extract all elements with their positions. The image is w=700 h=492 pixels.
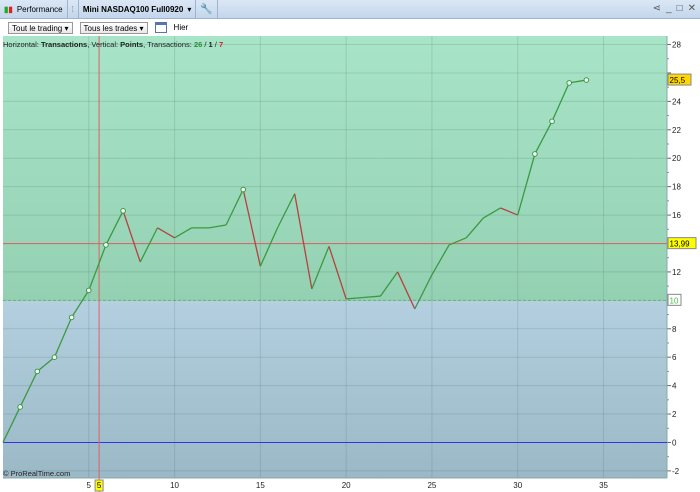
y-tick-label: 8 (672, 325, 677, 334)
last-value-label: 25,5 (670, 76, 686, 85)
chevron-down-icon: ▾ (187, 4, 192, 14)
legend-h-value: Transactions (40, 40, 88, 49)
legend-v-value: Points (120, 40, 144, 49)
x-tick-label: 15 (256, 481, 265, 490)
data-point (17, 404, 23, 410)
y-tick-label: 2 (672, 410, 677, 419)
data-point (51, 354, 58, 360)
y-tick-label: 0 (672, 438, 677, 447)
maximize-icon[interactable]: □ (677, 3, 683, 14)
toolbar: Tout le trading ▾ Tous les trades ▾ Hier (0, 19, 700, 36)
x-tick-label: 10 (170, 481, 179, 490)
calendar-icon[interactable] (154, 22, 167, 33)
data-point (68, 314, 75, 321)
y-tick-label: 22 (672, 126, 681, 135)
y-tick-label: 18 (672, 183, 681, 192)
x-tick-label: 35 (599, 481, 608, 490)
instrument-selector[interactable]: Mini NASDAQ100 Full0920 ▾ (79, 0, 197, 19)
legend-h-label: Horizontal: (3, 40, 41, 49)
legend-t-label: , Transactions: (143, 40, 194, 49)
link-icon[interactable]: ⁞ (68, 0, 79, 19)
copyright: © ProRealTime.com (3, 469, 71, 478)
x-tick-label: 20 (342, 481, 351, 490)
y-tick-label: 20 (672, 154, 681, 163)
gain-zone (3, 36, 667, 301)
data-point (240, 186, 247, 193)
data-point (566, 80, 573, 86)
x-tick-label: 30 (513, 481, 522, 490)
cursor-y-label: 13,99 (670, 240, 691, 249)
y-tick-label: 28 (672, 41, 681, 50)
loss-zone (3, 300, 667, 478)
x-tick-label: 5 (87, 481, 92, 490)
data-point (120, 208, 126, 214)
y-tick-label: 12 (672, 268, 681, 277)
legend-v-label: , Vertical: (87, 40, 121, 49)
candlestick-icon: ▮▮ (4, 4, 13, 14)
trades-filter-dropdown[interactable]: Tous les trades ▾ (79, 21, 148, 34)
share-icon[interactable]: ⋖ (653, 3, 661, 14)
y-tick-label: 6 (672, 353, 677, 362)
data-point (583, 77, 590, 83)
wrench-icon[interactable]: 🔧 (196, 0, 218, 19)
trading-filter-dropdown[interactable]: Tout le trading ▾ (8, 21, 73, 34)
y-tick-label: 24 (672, 97, 681, 106)
minimize-icon[interactable]: _ (666, 3, 672, 14)
data-point (85, 287, 92, 294)
date-label: Hier (173, 23, 189, 32)
data-point (34, 368, 41, 375)
legend-loss: 7 (218, 40, 224, 49)
tab-performance[interactable]: ▮▮ Performance (0, 0, 68, 19)
tab-label: Performance (16, 4, 63, 14)
instrument-label: Mini NASDAQ100 Full0920 (82, 4, 184, 14)
zone-threshold-label: 10 (670, 296, 679, 305)
x-tick-label: 25 (427, 481, 436, 490)
y-tick-label: 16 (672, 211, 681, 220)
data-point (103, 242, 109, 248)
equity-chart: -2024681012161820222428510152025303513,9… (2, 36, 697, 492)
cursor-x-label: 5 (97, 481, 102, 490)
data-point (549, 118, 555, 125)
chart-legend: Horizontal: Transactions, Vertical: Poin… (3, 40, 223, 49)
title-bar: ▮▮ Performance ⁞ Mini NASDAQ100 Full0920… (0, 0, 700, 19)
y-tick-label: -2 (672, 467, 680, 476)
data-point (532, 151, 538, 157)
y-tick-label: 4 (672, 382, 677, 391)
close-icon[interactable]: ✕ (688, 3, 696, 14)
